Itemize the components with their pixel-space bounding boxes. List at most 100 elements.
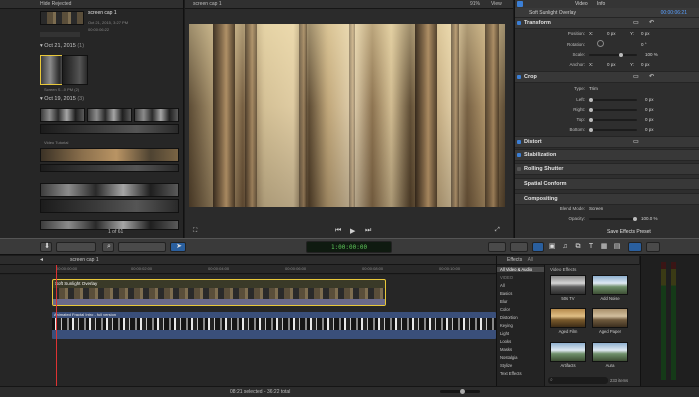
search-button[interactable]: ⌕ xyxy=(102,242,114,252)
category-item[interactable]: Blur xyxy=(500,299,507,304)
music-icon[interactable]: ♫ xyxy=(560,242,570,252)
crop-type-select[interactable]: Trim xyxy=(589,86,598,91)
blend-mode-select[interactable]: Screen xyxy=(589,206,603,211)
scale-slider[interactable] xyxy=(589,53,637,57)
checkbox[interactable] xyxy=(517,153,521,157)
clip-thumbnail[interactable] xyxy=(62,55,88,85)
photos-icon[interactable]: ▣ xyxy=(547,242,557,252)
crop-top-slider[interactable] xyxy=(589,118,637,122)
hide-rejected-menu[interactable]: Hide Rejected xyxy=(40,1,71,7)
effects-browser-button[interactable] xyxy=(628,242,642,252)
section-stabilization[interactable]: Stabilization xyxy=(515,149,699,161)
tab-info[interactable]: Info xyxy=(597,0,605,8)
category-item[interactable]: Nostalgia xyxy=(500,355,517,360)
slider-knob[interactable] xyxy=(619,53,623,57)
reset-icon[interactable]: ↶ xyxy=(649,18,654,29)
clip-filmstrip[interactable] xyxy=(40,148,179,162)
effect-tile-50s-tv[interactable] xyxy=(550,275,586,295)
audio-meters-button[interactable] xyxy=(646,242,660,252)
rotation-value[interactable]: 0 ° xyxy=(641,42,647,47)
position-x[interactable]: 0 px xyxy=(607,31,616,36)
category-item[interactable]: All xyxy=(500,283,505,288)
zoom-menu[interactable]: 91% xyxy=(470,0,480,9)
retime-button[interactable] xyxy=(510,242,528,252)
prev-frame-icon[interactable]: ⏮ xyxy=(335,227,341,235)
category-item[interactable]: Color xyxy=(500,307,510,312)
titles-icon[interactable]: T xyxy=(586,242,596,252)
distort-onscreen-icon[interactable]: ▭ xyxy=(633,137,639,148)
rotation-dial[interactable] xyxy=(597,40,604,47)
category-item[interactable]: Light xyxy=(500,331,509,336)
clip-thumbnail[interactable] xyxy=(134,108,179,122)
crop-right-slider[interactable] xyxy=(589,108,637,112)
transitions-icon[interactable]: ⧉ xyxy=(573,242,583,252)
effects-filter[interactable]: All xyxy=(528,257,534,263)
crop-bottom-slider[interactable] xyxy=(589,128,637,132)
crop-left-value[interactable]: 0 px xyxy=(645,97,654,102)
anchor-x[interactable]: 0 px xyxy=(607,62,616,67)
tab-video[interactable]: Video xyxy=(575,0,588,8)
clip-filmstrip[interactable] xyxy=(40,183,179,197)
section-spatial-conform[interactable]: Spatial Conform xyxy=(515,178,699,190)
enhancements-button[interactable] xyxy=(488,242,506,252)
crop-right-value[interactable]: 0 px xyxy=(645,107,654,112)
section-rolling-shutter[interactable]: Rolling Shutter xyxy=(515,163,699,175)
select-tool[interactable]: ➤ xyxy=(170,242,186,252)
primary-storyline-clip[interactable]: Animated Fractal Intro - full version xyxy=(52,312,496,339)
opacity-value[interactable]: 100.0 % xyxy=(641,216,658,221)
play-icon[interactable]: ▶ xyxy=(350,227,355,235)
anchor-y[interactable]: 0 px xyxy=(641,62,650,67)
effect-tile-aged-film[interactable] xyxy=(550,308,586,328)
back-arrow-icon[interactable]: ◂ xyxy=(40,256,43,265)
slider-knob[interactable] xyxy=(589,118,593,122)
category-item[interactable]: Distortion xyxy=(500,315,518,320)
clip-toolbar[interactable] xyxy=(40,32,80,37)
save-effects-preset-button[interactable]: Save Effects Preset xyxy=(607,229,651,235)
themes-icon[interactable]: ▤ xyxy=(612,242,622,252)
checkbox[interactable] xyxy=(517,75,521,79)
category-item[interactable]: All Video & Audio xyxy=(497,267,544,272)
crop-left-slider[interactable] xyxy=(589,98,637,102)
fullscreen-icon[interactable]: ⛶ xyxy=(193,228,197,235)
checkbox[interactable] xyxy=(517,21,521,25)
playhead[interactable] xyxy=(56,265,57,386)
category-item[interactable]: Keying xyxy=(500,323,513,328)
section-transform[interactable]: Transform ▭ ↶ xyxy=(515,17,699,29)
view-menu[interactable]: View xyxy=(491,0,502,9)
crop-top-value[interactable]: 0 px xyxy=(645,117,654,122)
video-inspector-icon[interactable] xyxy=(517,1,523,7)
clip-thumbnail[interactable] xyxy=(40,11,84,25)
position-y[interactable]: 0 px xyxy=(641,31,650,36)
slider-knob[interactable] xyxy=(589,128,593,132)
category-item[interactable]: Basics xyxy=(500,291,512,296)
next-frame-icon[interactable]: ⏭ xyxy=(365,227,371,235)
slider-knob[interactable] xyxy=(633,217,637,221)
zoom-slider[interactable] xyxy=(440,389,480,394)
clip-thumbnail[interactable] xyxy=(87,108,132,122)
effects-search-input[interactable]: ⌕ xyxy=(548,377,608,384)
dashboard-timecode[interactable]: 1:00:00:00 xyxy=(306,241,392,253)
slider-knob[interactable] xyxy=(460,389,465,394)
scale-value[interactable]: 100 % xyxy=(645,52,658,57)
opacity-slider[interactable] xyxy=(589,217,637,221)
effect-tile-aura[interactable] xyxy=(592,342,628,362)
effect-tile-add-noise[interactable] xyxy=(592,275,628,295)
edit-buttons[interactable] xyxy=(118,242,166,252)
transform-onscreen-icon[interactable]: ▭ xyxy=(633,18,639,29)
date-section-header[interactable]: ▾ Oct 19, 2015 (3) xyxy=(40,96,84,102)
effect-tile-aged-paper[interactable] xyxy=(592,308,628,328)
category-item[interactable]: Text Effects xyxy=(500,371,522,376)
title-clip[interactable]: Soft Sunlight Overlay xyxy=(52,279,386,306)
expand-icon[interactable]: ⤢ xyxy=(495,227,500,234)
import-button[interactable]: ⬇ xyxy=(40,242,52,252)
checkbox[interactable] xyxy=(517,140,521,144)
timeline-ruler[interactable]: 00:00:00:00 00:00:02:00 00:00:04:00 00:0… xyxy=(0,265,496,274)
crop-bottom-value[interactable]: 0 px xyxy=(645,127,654,132)
category-item[interactable]: Looks xyxy=(500,339,511,344)
category-item[interactable]: Stylize xyxy=(500,363,512,368)
clip-thumbnail[interactable] xyxy=(40,108,85,122)
reset-icon[interactable]: ↶ xyxy=(649,72,654,83)
effect-tile-artifacts[interactable] xyxy=(550,342,586,362)
clip-filmstrip[interactable] xyxy=(40,124,179,134)
clip-filmstrip[interactable] xyxy=(40,164,179,172)
